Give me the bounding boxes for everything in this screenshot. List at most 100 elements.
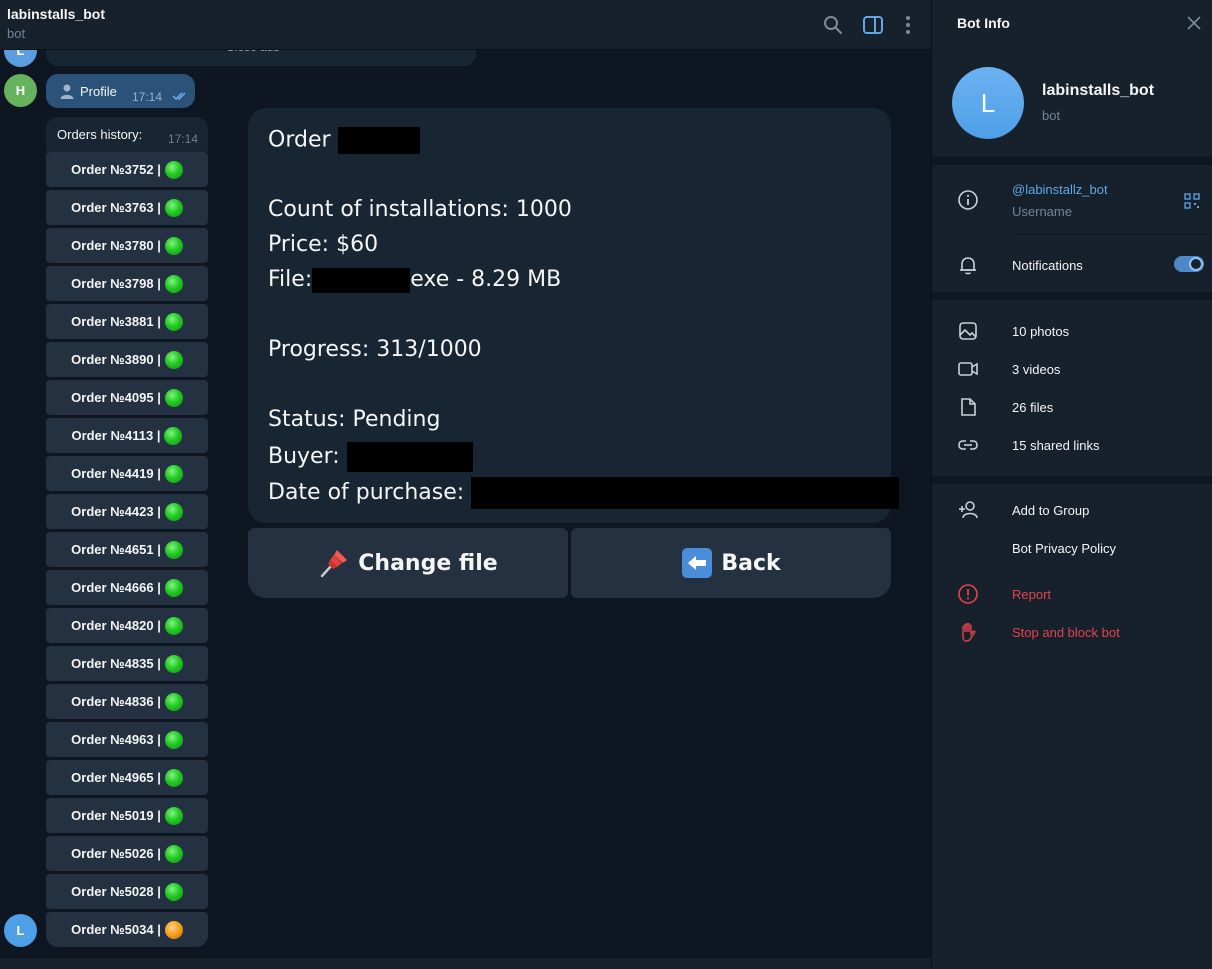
orders-history-message: Orders history: 17:14	[46, 117, 208, 153]
order-button[interactable]: Order №3890 |	[46, 342, 208, 377]
order-button[interactable]: Order №4651 |	[46, 532, 208, 567]
order-button-label: Order №5028 |	[71, 884, 161, 899]
green-status-icon	[164, 426, 183, 445]
green-status-icon	[164, 540, 183, 559]
profile-message-time: 17:14	[132, 90, 163, 104]
order-button-label: Order №4651 |	[71, 542, 161, 557]
order-button[interactable]: Order №4419 |	[46, 456, 208, 491]
report-button[interactable]: Report	[1012, 587, 1051, 602]
order-button[interactable]: Order №4423 |	[46, 494, 208, 529]
qr-code-icon[interactable]	[1184, 193, 1200, 209]
redacted-file-name	[312, 267, 411, 293]
order-button[interactable]: Order №3881 |	[46, 304, 208, 339]
order-button[interactable]: Order №4095 |	[46, 380, 208, 415]
add-user-icon	[959, 501, 978, 519]
user-avatar[interactable]: H	[4, 74, 37, 107]
telegram-window: Close ads L labinstalls_bot bot H	[0, 0, 1212, 969]
redacted-date	[471, 477, 900, 509]
order-button[interactable]: Order №5028 |	[46, 874, 208, 909]
green-status-icon	[164, 806, 183, 825]
shared-photos[interactable]: 10 photos	[1012, 324, 1069, 339]
green-status-icon	[164, 578, 183, 597]
installations-count: Count of installations: 1000	[268, 197, 572, 222]
row-divider	[1011, 234, 1212, 235]
username-link[interactable]: @labinstallz_bot	[1012, 182, 1108, 197]
photo-icon	[959, 322, 977, 340]
redacted-order-number	[337, 127, 420, 154]
shared-files[interactable]: 26 files	[1012, 400, 1053, 415]
order-button[interactable]: Order №4820 |	[46, 608, 208, 643]
order-button[interactable]: Order №5026 |	[46, 836, 208, 871]
chat-area: Close ads L labinstalls_bot bot H	[0, 0, 931, 969]
file-suffix: exe - 8.29 MB	[410, 267, 562, 292]
close-icon[interactable]	[1186, 15, 1202, 31]
shared-links[interactable]: 15 shared links	[1012, 438, 1099, 453]
orders-history-time: 17:14	[168, 132, 199, 146]
change-file-button[interactable]: Change file	[248, 528, 568, 598]
section-divider	[932, 292, 1212, 300]
green-status-icon	[164, 502, 183, 521]
order-button[interactable]: Order №3752 |	[46, 152, 208, 187]
green-status-icon	[164, 312, 183, 331]
green-status-icon	[164, 768, 183, 787]
price-line: Price: $60	[268, 232, 379, 257]
bot-privacy-policy-link[interactable]: Bot Privacy Policy	[1012, 541, 1116, 556]
bot-avatar[interactable]: L	[4, 914, 37, 947]
order-button[interactable]: Order №3763 |	[46, 190, 208, 225]
order-button[interactable]: Order №4965 |	[46, 760, 208, 795]
order-button-label: Order №4095 |	[71, 390, 161, 405]
green-status-icon	[164, 160, 183, 179]
date-prefix: Date of purchase:	[268, 480, 465, 505]
shared-videos[interactable]: 3 videos	[1012, 362, 1060, 377]
chat-header: labinstalls_bot bot	[0, 0, 931, 50]
order-button[interactable]: Order №4836 |	[46, 684, 208, 719]
chat-title[interactable]: labinstalls_bot	[7, 6, 105, 22]
order-button-label: Order №3881 |	[71, 314, 161, 329]
panel-title: Bot Info	[957, 15, 1010, 31]
bot-profile-name: labinstalls_bot	[1042, 82, 1155, 99]
order-title-prefix: Order	[268, 127, 331, 153]
redacted-buyer	[346, 442, 473, 472]
notifications-toggle[interactable]	[1174, 256, 1204, 272]
order-button[interactable]: Order №4666 |	[46, 570, 208, 605]
chat-subtitle: bot	[7, 26, 26, 41]
green-status-icon	[164, 274, 183, 293]
back-arrow-icon	[682, 548, 713, 578]
person-icon	[60, 84, 74, 99]
order-detail-message: Order Count of installations: 1000 Price…	[248, 108, 900, 523]
order-button[interactable]: Order №5034 |	[46, 912, 208, 947]
report-icon	[958, 584, 978, 604]
green-status-icon	[164, 388, 183, 407]
order-button[interactable]: Order №5019 |	[46, 798, 208, 833]
order-button-label: Order №5019 |	[71, 808, 161, 823]
order-title-line: Order	[268, 127, 420, 154]
bell-icon	[960, 257, 976, 275]
order-button-label: Order №4836 |	[71, 694, 161, 709]
order-button-label: Order №3752 |	[71, 162, 161, 177]
more-icon[interactable]	[896, 13, 920, 37]
stop-and-block-button[interactable]: Stop and block bot	[1012, 625, 1120, 640]
buyer-line: Buyer:	[268, 442, 473, 472]
green-status-icon	[164, 198, 183, 217]
progress-line: Progress: 313/1000	[268, 337, 482, 362]
order-button-label: Order №5026 |	[71, 846, 161, 861]
profile-message[interactable]: Profile 17:14	[46, 74, 195, 108]
search-icon[interactable]	[821, 13, 845, 37]
notifications-label: Notifications	[1012, 258, 1083, 273]
order-button[interactable]: Order №4835 |	[46, 646, 208, 681]
section-divider	[932, 157, 1212, 165]
sidebar-toggle-icon[interactable]	[861, 13, 885, 37]
back-button[interactable]: Back	[571, 528, 891, 598]
add-to-group-button[interactable]: Add to Group	[1012, 503, 1089, 518]
file-line: File: exe - 8.29 MB	[268, 267, 561, 293]
status-line: Status: Pending	[268, 407, 441, 432]
bot-profile-avatar[interactable]: L	[952, 67, 1024, 139]
order-button-label: Order №4820 |	[71, 618, 161, 633]
message-composer[interactable]	[0, 957, 931, 969]
order-button[interactable]: Order №3780 |	[46, 228, 208, 263]
order-button[interactable]: Order №4963 |	[46, 722, 208, 757]
green-status-icon	[164, 692, 183, 711]
order-button[interactable]: Order №3798 |	[46, 266, 208, 301]
order-button[interactable]: Order №4113 |	[46, 418, 208, 453]
change-file-label: Change file	[358, 550, 498, 576]
